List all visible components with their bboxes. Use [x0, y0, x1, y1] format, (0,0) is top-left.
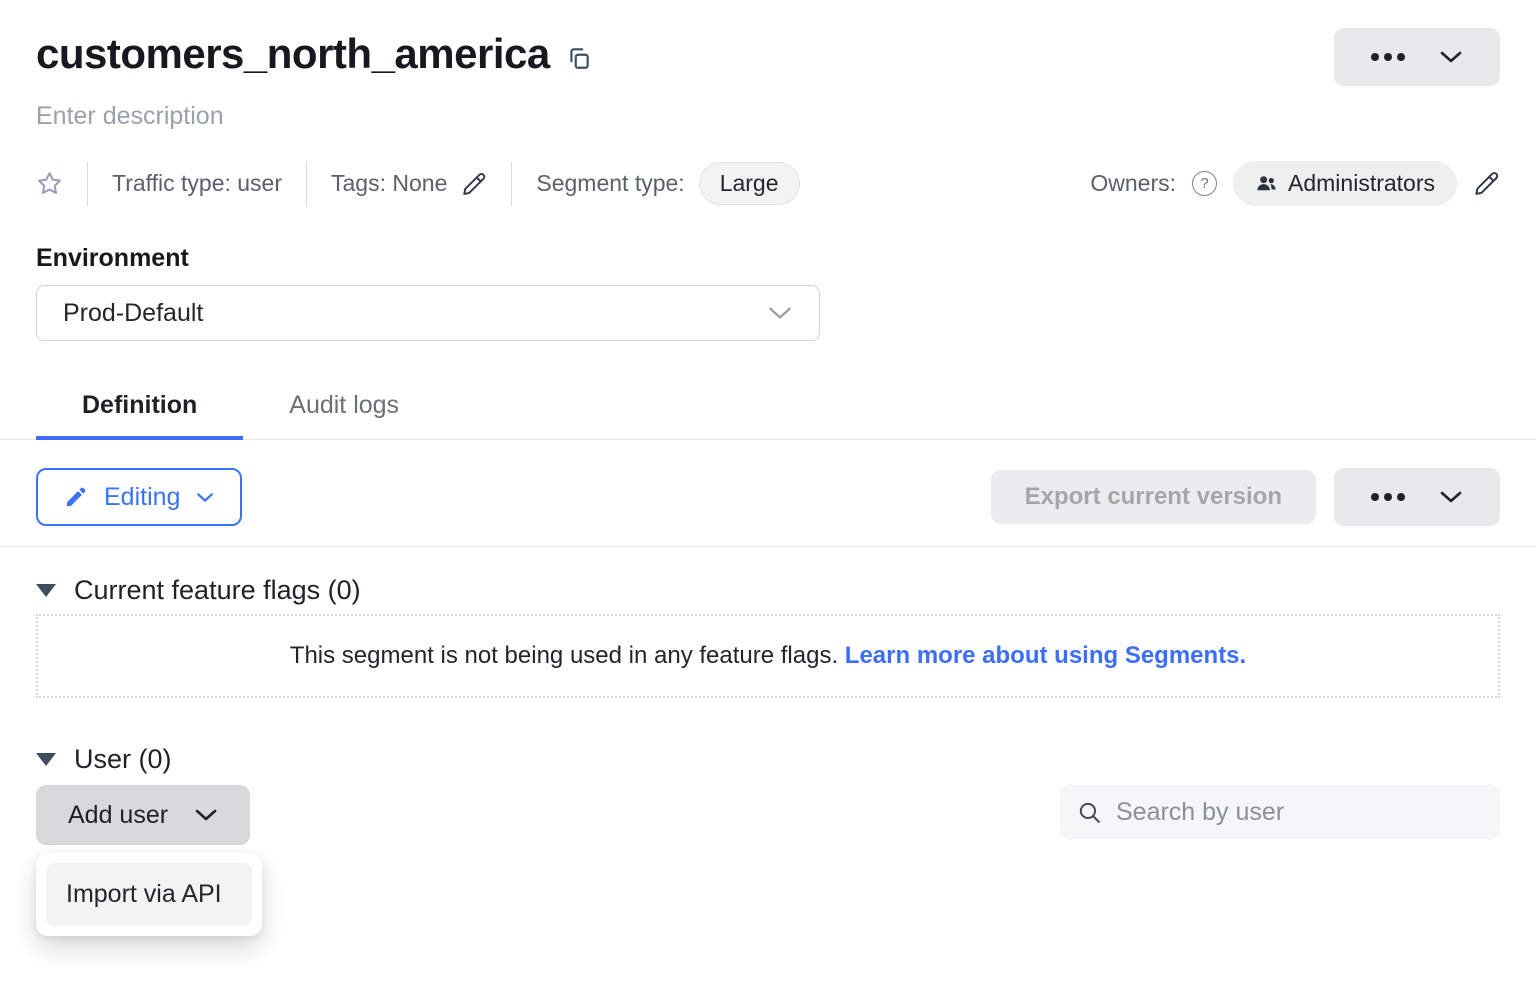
page-overflow-menu-button[interactable]: [1334, 28, 1500, 86]
edit-owners-button[interactable]: [1473, 170, 1500, 197]
environment-label: Environment: [36, 244, 1500, 273]
divider: [87, 162, 88, 206]
pencil-icon: [461, 171, 487, 197]
divider: [0, 546, 1536, 547]
copy-title-button[interactable]: [566, 45, 592, 71]
chevron-down-icon: [196, 492, 214, 503]
tab-bar: Definition Audit logs: [0, 379, 1536, 440]
definition-toolbar: Editing Export current version: [36, 468, 1500, 526]
chevron-down-icon: [1439, 50, 1463, 64]
ellipsis-icon: [1371, 53, 1405, 61]
user-search-box: [1060, 785, 1500, 839]
add-user-button[interactable]: Add user: [36, 785, 250, 845]
feature-flags-empty-state: This segment is not being used in any fe…: [36, 614, 1500, 698]
chevron-down-icon: [767, 305, 793, 321]
editing-label: Editing: [104, 483, 180, 512]
divider: [511, 162, 512, 206]
people-icon: [1255, 172, 1278, 195]
tab-definition[interactable]: Definition: [36, 379, 243, 440]
owners-value: Administrators: [1288, 170, 1435, 197]
owners-badge[interactable]: Administrators: [1233, 161, 1457, 206]
favorite-star-button[interactable]: [36, 170, 63, 197]
pencil-icon: [1473, 170, 1500, 197]
divider: [306, 162, 307, 206]
edit-tags-button[interactable]: [461, 171, 487, 197]
toolbar-overflow-menu-button[interactable]: [1334, 468, 1500, 526]
editing-mode-button[interactable]: Editing: [36, 468, 242, 526]
user-heading: User (0): [74, 744, 172, 775]
collapse-triangle-icon: [36, 753, 56, 766]
help-icon[interactable]: ?: [1192, 171, 1217, 196]
add-user-label: Add user: [68, 801, 168, 830]
search-by-user-input[interactable]: [1114, 797, 1483, 828]
chevron-down-icon: [1439, 490, 1463, 504]
tags-label: Tags: None: [331, 170, 447, 197]
tags: Tags: None: [331, 170, 487, 197]
feature-flags-heading: Current feature flags (0): [74, 575, 361, 606]
ellipsis-icon: [1371, 493, 1405, 501]
segment-type-label: Segment type:: [536, 170, 684, 197]
collapse-triangle-icon: [36, 584, 56, 597]
segment-page: customers_north_america Enter descriptio…: [0, 0, 1536, 845]
add-user-dropdown-menu: Import via API: [36, 853, 262, 936]
star-icon: [36, 170, 63, 197]
segment-type: Segment type: Large: [536, 162, 799, 205]
feature-flags-section-header[interactable]: Current feature flags (0): [36, 575, 1500, 606]
empty-state-text: This segment is not being used in any fe…: [290, 642, 845, 669]
user-section-header[interactable]: User (0): [36, 744, 1500, 775]
menu-item-import-via-api[interactable]: Import via API: [46, 863, 252, 926]
environment-selected-value: Prod-Default: [63, 299, 203, 328]
owners-label: Owners:: [1090, 170, 1176, 197]
traffic-type: Traffic type: user: [112, 170, 282, 197]
segment-type-badge: Large: [699, 162, 800, 205]
description-placeholder[interactable]: Enter description: [36, 102, 1500, 131]
learn-more-link[interactable]: Learn more about using Segments.: [845, 642, 1246, 669]
page-header: customers_north_america: [36, 28, 1500, 86]
export-current-version-button[interactable]: Export current version: [991, 470, 1316, 524]
user-controls-row: Add user Import via API: [36, 785, 1500, 845]
tab-audit-logs[interactable]: Audit logs: [243, 379, 445, 440]
page-title: customers_north_america: [36, 28, 550, 81]
copy-icon: [566, 45, 592, 71]
chevron-down-icon: [194, 808, 218, 822]
pencil-icon: [64, 485, 88, 509]
owners-group: Owners: ? Administrators: [1090, 161, 1500, 206]
environment-select[interactable]: Prod-Default: [36, 285, 820, 341]
meta-row: Traffic type: user Tags: None Segment ty…: [36, 161, 1500, 206]
search-icon: [1077, 800, 1102, 825]
